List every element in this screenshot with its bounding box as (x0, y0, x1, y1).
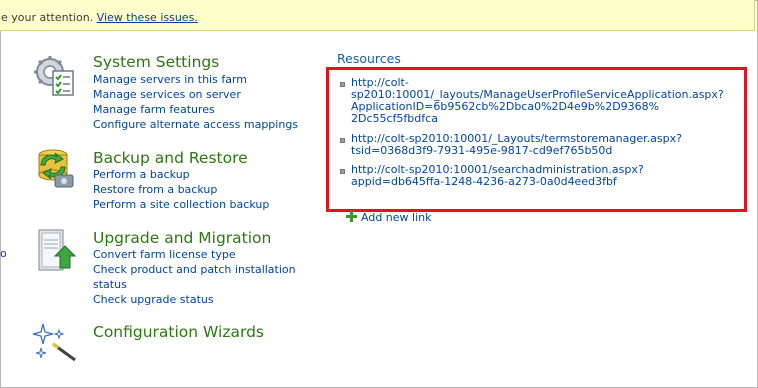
resource-link-profile-service[interactable]: http://colt- sp2010:10001/_layouts/Manag… (351, 77, 724, 125)
bullet-icon (340, 138, 345, 143)
site-collection-backup-link[interactable]: Perform a site collection backup (93, 197, 269, 212)
upgrade-server-icon (35, 226, 79, 277)
configuration-wizards-heading[interactable]: Configuration Wizards (93, 323, 264, 341)
left-cut-link[interactable]: o (0, 246, 7, 261)
add-new-link[interactable]: Add new link (361, 211, 431, 224)
system-settings-links: Manage servers in this farm Manage servi… (93, 72, 298, 132)
system-settings-heading[interactable]: System Settings (93, 53, 219, 71)
configure-aam-link[interactable]: Configure alternate access mappings (93, 117, 298, 132)
check-patch-status-link[interactable]: Check product and patch installation (93, 262, 296, 277)
manage-farm-features-link[interactable]: Manage farm features (93, 102, 298, 117)
manage-services-link[interactable]: Manage services on server (93, 87, 298, 102)
wizard-wand-icon (31, 320, 79, 367)
warning-text: e your attention. (1, 11, 97, 24)
gear-checklist-icon (33, 55, 77, 102)
warning-message: e your attention. View these issues. (1, 11, 198, 24)
check-upgrade-status-link[interactable]: Check upgrade status (93, 292, 296, 307)
plus-icon (346, 211, 357, 222)
convert-license-link[interactable]: Convert farm license type (93, 247, 296, 262)
resource-link-termstore[interactable]: http://colt-sp2010:10001/_Layouts/termst… (351, 133, 682, 157)
resource-link-search-admin[interactable]: http://colt-sp2010:10001/searchadministr… (351, 164, 644, 188)
manage-servers-link[interactable]: Manage servers in this farm (93, 72, 298, 87)
backup-restore-icon (33, 145, 77, 192)
backup-restore-heading[interactable]: Backup and Restore (93, 149, 248, 167)
perform-backup-link[interactable]: Perform a backup (93, 167, 269, 182)
restore-from-backup-link[interactable]: Restore from a backup (93, 182, 269, 197)
upgrade-migration-heading[interactable]: Upgrade and Migration (93, 229, 271, 247)
bullet-icon (340, 82, 345, 87)
backup-restore-links: Perform a backup Restore from a backup P… (93, 167, 269, 212)
view-issues-link[interactable]: View these issues. (97, 11, 198, 24)
warning-bar: e your attention. View these issues. (0, 0, 755, 31)
resources-title: Resources (337, 51, 401, 66)
check-patch-status-link-cont[interactable]: status (93, 277, 296, 292)
bullet-icon (340, 169, 345, 174)
upgrade-migration-links: Convert farm license type Check product … (93, 247, 296, 307)
